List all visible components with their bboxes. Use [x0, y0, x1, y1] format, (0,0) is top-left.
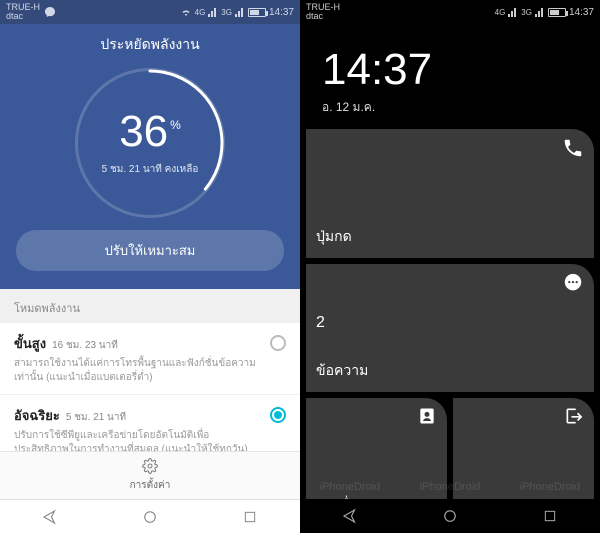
clock-time: 14:37 — [322, 48, 578, 92]
net-3g-label: 3G — [521, 8, 532, 17]
nav-recent-button[interactable] — [530, 504, 570, 528]
nav-back-button[interactable] — [330, 504, 370, 528]
mode-duration: 5 ชม. 21 นาที — [66, 410, 126, 425]
net-4g-label: 4G — [495, 8, 506, 17]
status-bar: TRUE-H dtac 4G 3G — [0, 0, 300, 24]
battery-icon — [548, 8, 566, 17]
mode-name: ขั้นสูง — [14, 333, 46, 354]
wifi-icon — [180, 7, 192, 17]
nav-recent-button[interactable] — [230, 505, 270, 529]
radio-unselected-icon[interactable] — [270, 335, 286, 351]
page-title: ประหยัดพลังงาน — [100, 34, 199, 56]
net-4g-label: 4G — [195, 8, 206, 17]
power-summary-panel: ประหยัดพลังงาน 36 % 5 ชม. 21 นาที คงเหลื… — [0, 24, 300, 289]
exit-icon — [564, 406, 584, 431]
phone-screenshot-power-saving: TRUE-H dtac 4G 3G — [0, 0, 300, 533]
battery-ring: 36 % 5 ชม. 21 นาที คงเหลือ — [75, 68, 225, 218]
phone-icon — [562, 137, 584, 164]
net-3g-label: 3G — [221, 8, 232, 17]
nav-bar — [300, 499, 600, 533]
status-time: 14:37 — [569, 7, 594, 18]
contacts-icon — [417, 406, 437, 431]
phone-screenshot-ultra-mode: TRUE-H dtac 4G 3G 14:37 14:37 อ. 12 ม.ค. — [300, 0, 600, 533]
message-icon — [562, 272, 584, 299]
messenger-icon — [44, 6, 56, 18]
clock-date: อ. 12 ม.ค. — [322, 98, 578, 117]
unread-count: 2 — [316, 314, 325, 332]
battery-icon — [248, 8, 266, 17]
carrier-2: dtac — [306, 12, 340, 21]
gear-icon — [142, 458, 158, 474]
signal-icon-2 — [235, 7, 245, 17]
carrier-2: dtac — [6, 12, 40, 21]
optimize-button[interactable]: ปรับให้เหมาะสม — [16, 230, 284, 271]
nav-back-button[interactable] — [30, 505, 70, 529]
tile-messages[interactable]: 2 ข้อความ — [306, 264, 594, 393]
mode-duration: 16 ชม. 23 นาที — [52, 338, 118, 353]
power-modes-section: โหมดพลังงาน ขั้นสูง 16 ชม. 23 นาที สามาร… — [0, 289, 300, 533]
signal-icon — [208, 7, 218, 17]
status-time: 14:37 — [269, 7, 294, 18]
settings-button[interactable]: การตั้งค่า — [0, 451, 300, 499]
section-header: โหมดพลังงาน — [0, 289, 300, 323]
tile-label: ข้อความ — [316, 360, 584, 382]
mode-item-ultra[interactable]: ขั้นสูง 16 ชม. 23 นาที สามารถใช้งานได้แค… — [0, 323, 300, 395]
radio-selected-icon[interactable] — [270, 407, 286, 423]
time-remaining: 5 ชม. 21 นาที คงเหลือ — [102, 162, 199, 177]
nav-home-button[interactable] — [130, 505, 170, 529]
signal-icon-2 — [535, 7, 545, 17]
clock-area: 14:37 อ. 12 ม.ค. — [300, 24, 600, 123]
settings-label: การตั้งค่า — [130, 478, 171, 493]
mode-name: อัจฉริยะ — [14, 405, 60, 426]
status-bar: TRUE-H dtac 4G 3G 14:37 — [300, 0, 600, 24]
tile-label: ปุ่มกด — [316, 226, 584, 248]
nav-bar — [0, 499, 300, 533]
signal-icon — [508, 7, 518, 17]
tile-dialer[interactable]: ปุ่มกด — [306, 129, 594, 258]
tile-grid: ปุ่มกด 2 ข้อความ รายชื่อ ออก — [300, 123, 600, 533]
percent-symbol: % — [170, 118, 181, 132]
mode-description: สามารถใช้งานได้แค่การโทรพื้นฐานและฟังก์ช… — [14, 357, 262, 384]
nav-home-button[interactable] — [430, 504, 470, 528]
battery-percent-value: 36 — [119, 110, 168, 154]
